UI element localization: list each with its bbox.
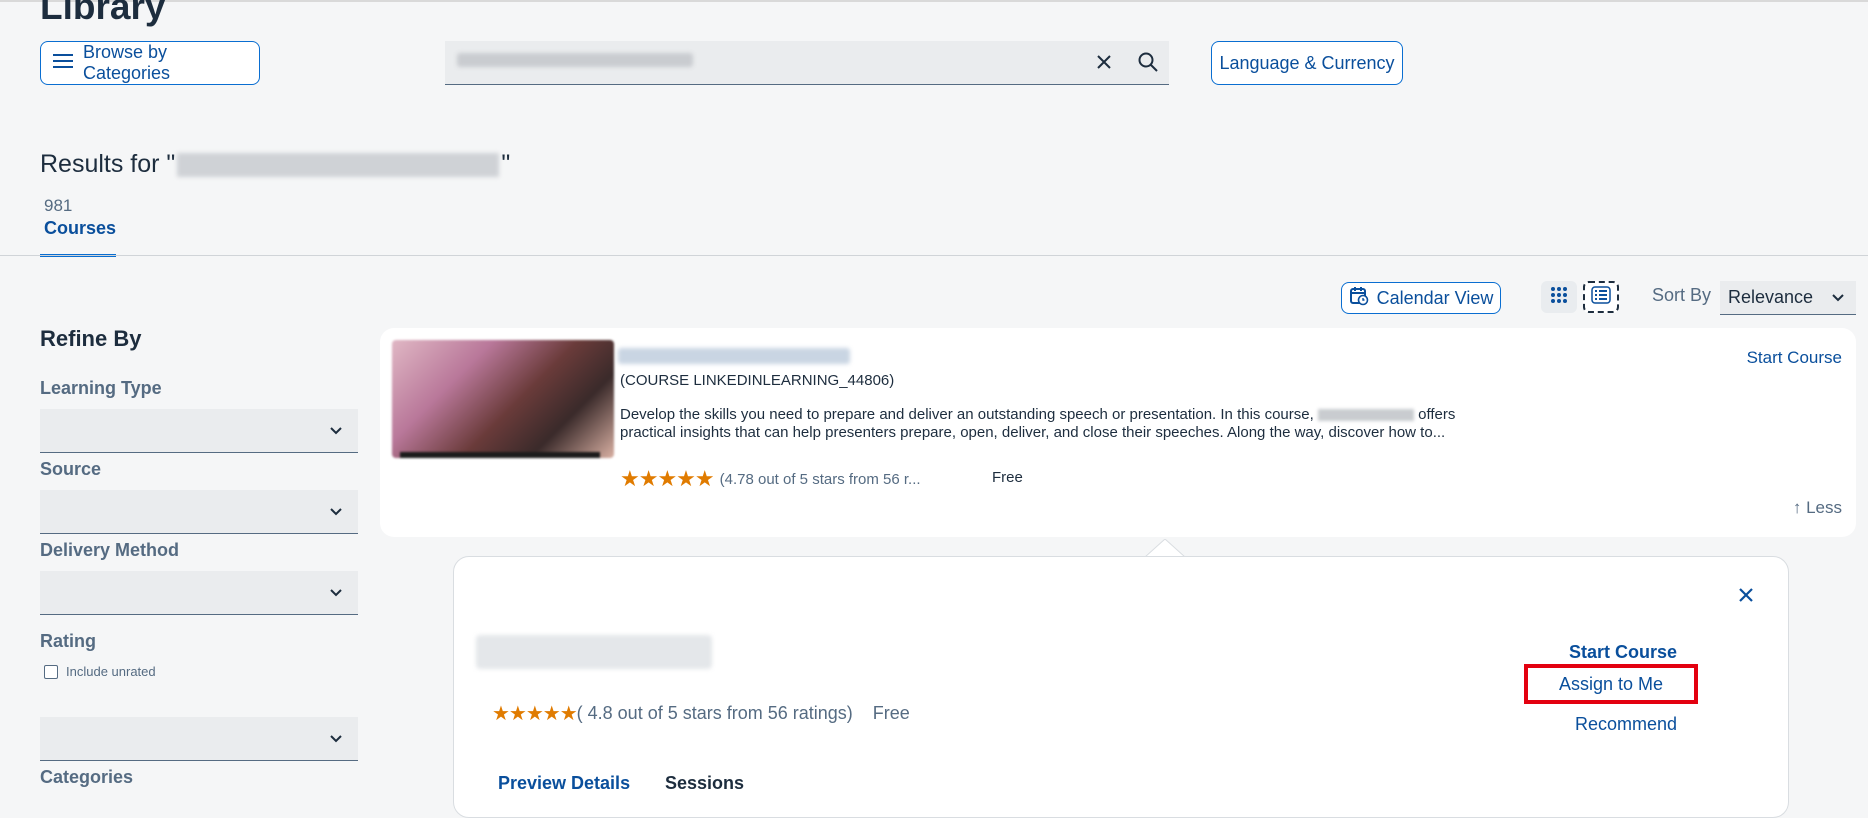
author-redacted xyxy=(1317,409,1414,422)
rating-label: Rating xyxy=(40,631,96,651)
tab-courses-label: Courses xyxy=(44,218,117,238)
course-rating-text: (4.78 out of 5 stars from 56 r... xyxy=(719,470,921,488)
chevron-down-icon xyxy=(328,585,344,606)
list-icon xyxy=(1591,285,1611,309)
delivery-method-select[interactable] xyxy=(40,571,358,615)
course-code: (COURSE LINKEDINLEARNING_44806) xyxy=(620,372,895,389)
course-price: Free xyxy=(992,469,1023,486)
results-heading: Results for " " xyxy=(40,150,510,179)
include-unrated-checkbox[interactable] xyxy=(44,664,58,679)
delivery-method-label: Delivery Method xyxy=(40,540,180,560)
browse-by-categories-button[interactable]: Browse by Categories xyxy=(40,41,260,85)
detail-rating: ★★★★★ ( 4.8 out of 5 stars from 56 ratin… xyxy=(492,701,910,726)
page-title: Library xyxy=(40,0,166,27)
course-card[interactable]: (COURSE LINKEDINLEARNING_44806) Develop … xyxy=(380,328,1856,537)
calendar-icon xyxy=(1349,286,1369,311)
list-view-toggle[interactable] xyxy=(1583,281,1619,313)
top-border xyxy=(0,0,1868,2)
chevron-down-icon xyxy=(328,504,344,525)
chevron-down-icon xyxy=(328,423,344,444)
course-description-part1: Develop the skills you need to prepare a… xyxy=(620,406,1318,423)
grid-icon xyxy=(1550,286,1568,309)
course-description: Develop the skills you need to prepare a… xyxy=(620,406,1470,442)
detail-title-redacted xyxy=(476,635,712,669)
star-rating-icon: ★★★★★ xyxy=(620,466,715,491)
assign-to-me-button[interactable]: Assign to Me xyxy=(1524,664,1698,704)
sort-value: Relevance xyxy=(1728,287,1814,307)
tab-courses[interactable]: 981 Courses xyxy=(40,196,117,257)
tabs-divider xyxy=(0,255,1868,256)
course-thumbnail[interactable] xyxy=(392,340,614,458)
include-unrated-label: Include unrated xyxy=(66,664,156,679)
search-icon[interactable] xyxy=(1137,51,1159,78)
grid-view-toggle[interactable] xyxy=(1541,281,1577,313)
star-rating-icon: ★★★★★ xyxy=(492,703,578,725)
include-unrated-row[interactable]: Include unrated xyxy=(44,664,156,679)
language-currency-button[interactable]: Language & Currency xyxy=(1211,41,1403,85)
learning-type-select[interactable] xyxy=(40,409,358,453)
detail-price: Free xyxy=(872,703,910,723)
learning-type-label: Learning Type xyxy=(40,378,162,398)
start-course-link[interactable]: Start Course xyxy=(1747,348,1842,368)
course-rating: ★★★★★ (4.78 out of 5 stars from 56 r... xyxy=(620,466,921,492)
source-label: Source xyxy=(40,459,102,479)
close-icon[interactable] xyxy=(1736,585,1756,610)
sort-select[interactable]: Relevance xyxy=(1720,281,1856,315)
menu-icon xyxy=(53,53,73,74)
categories-label: Categories xyxy=(40,767,134,787)
tab-preview-details[interactable]: Preview Details xyxy=(498,773,630,794)
recommend-button[interactable]: Recommend xyxy=(1575,714,1677,735)
course-title-redacted[interactable] xyxy=(618,348,850,364)
rating-select[interactable] xyxy=(40,717,358,761)
search-input[interactable] xyxy=(445,41,1169,85)
detail-rating-text: ( 4.8 out of 5 stars from 56 ratings) xyxy=(576,703,853,723)
search-query-redacted xyxy=(457,53,693,67)
chevron-down-icon xyxy=(328,731,344,752)
results-prefix: Results for " xyxy=(40,150,176,178)
browse-label: Browse by Categories xyxy=(83,42,171,83)
clear-icon[interactable] xyxy=(1093,51,1115,78)
less-link[interactable]: ↑ Less xyxy=(1793,498,1842,518)
detail-start-course-button[interactable]: Start Course xyxy=(1569,642,1677,663)
tab-sessions[interactable]: Sessions xyxy=(665,773,744,794)
chevron-down-icon xyxy=(1830,290,1846,311)
sort-by-label: Sort By xyxy=(1652,285,1712,305)
refine-by-heading: Refine By xyxy=(40,326,142,351)
results-suffix: " xyxy=(501,150,511,178)
popover-pointer xyxy=(1145,539,1185,557)
course-detail-panel: ★★★★★ ( 4.8 out of 5 stars from 56 ratin… xyxy=(453,556,1789,818)
calendar-view-label: Calendar View xyxy=(1376,287,1494,308)
tab-courses-count: 981 xyxy=(44,196,73,215)
calendar-view-button[interactable]: Calendar View xyxy=(1341,282,1501,314)
results-query-redacted xyxy=(177,152,500,177)
source-select[interactable] xyxy=(40,490,358,534)
